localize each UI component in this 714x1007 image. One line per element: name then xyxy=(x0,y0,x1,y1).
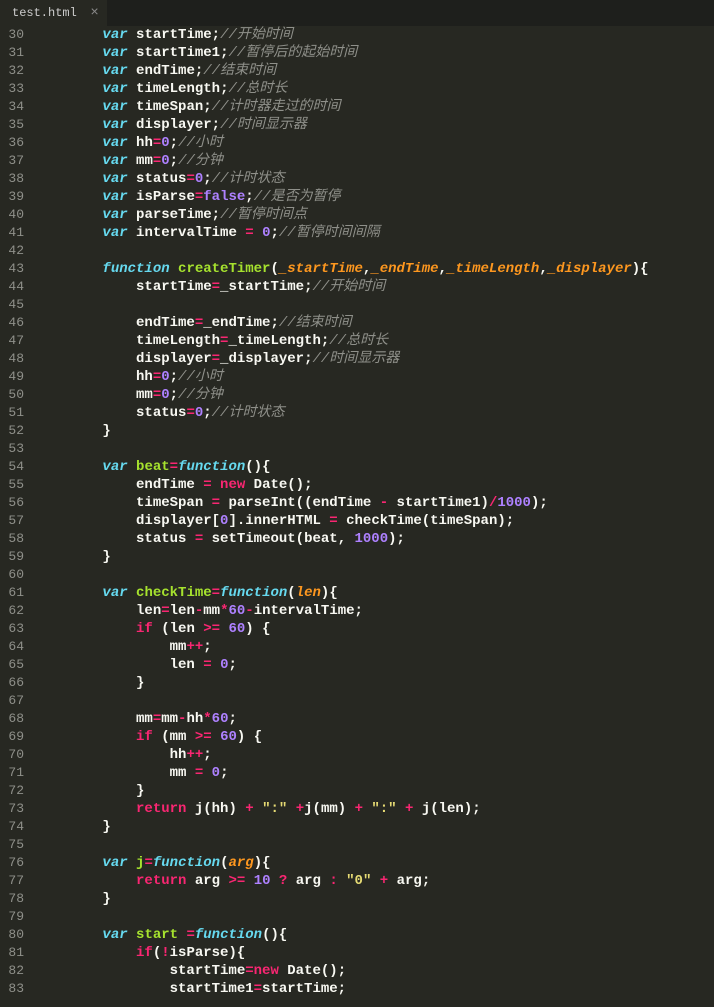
tab-bar: test.html × xyxy=(0,0,714,26)
line-numbers: 3031323334353637383940414243444546474849… xyxy=(0,26,36,1007)
tab-filename: test.html xyxy=(12,6,77,20)
code-area[interactable]: var startTime;//开始时间 var startTime1;//暂停… xyxy=(52,26,714,1007)
close-icon[interactable]: × xyxy=(90,5,98,21)
file-tab[interactable]: test.html × xyxy=(0,0,107,26)
fold-column xyxy=(36,26,52,1007)
editor-pane: 3031323334353637383940414243444546474849… xyxy=(0,26,714,1007)
